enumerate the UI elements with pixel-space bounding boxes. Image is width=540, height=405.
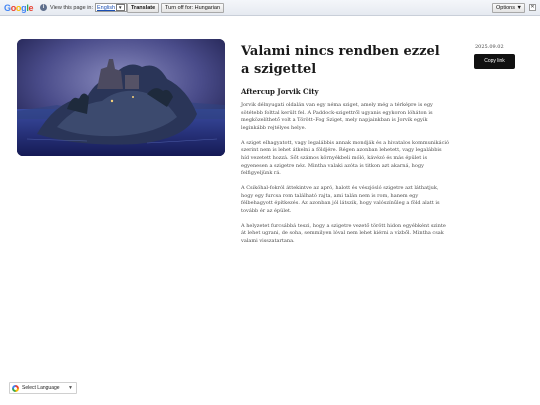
translate-button[interactable]: Translate — [127, 3, 160, 13]
view-page-in-label: View this page in: — [50, 4, 94, 11]
select-language-label: Select Language — [22, 385, 60, 391]
language-select-value: English — [97, 5, 116, 11]
chevron-down-icon: ▼ — [68, 385, 73, 391]
island-hero-image — [17, 39, 225, 156]
island-illustration — [17, 39, 225, 156]
options-button[interactable]: Options ▼ — [492, 3, 525, 13]
info-icon: i — [40, 4, 47, 11]
article-paragraph: A sziget elhagyatott, vagy legalábbis an… — [241, 139, 450, 177]
google-g-icon — [12, 385, 19, 392]
language-select[interactable]: English ▼ — [95, 3, 127, 12]
article-subtitle: Aftercup Jorvik City — [241, 87, 319, 96]
article-paragraph: A helyzetet furcsábbá teszi, hogy a szig… — [241, 222, 446, 245]
google-logo: Google — [4, 3, 34, 13]
close-icon[interactable]: ✕ — [529, 4, 536, 11]
translate-bar: Google i View this page in: English ▼ Tra… — [0, 0, 540, 16]
article-paragraph: A Csiköhal-fokról áttekintve az apró, ha… — [241, 185, 440, 214]
article-body: Jorvik délnyugati oldalán van egy néma s… — [241, 102, 451, 253]
select-language-widget[interactable]: Select Language ▼ — [9, 382, 77, 394]
chevron-down-icon: ▼ — [116, 4, 125, 11]
copy-link-button[interactable]: Copy link — [474, 54, 515, 69]
turn-off-button[interactable]: Turn off for: Hungarian — [161, 3, 225, 13]
article-title: Valami nincs rendben ezzel a szigettel — [241, 44, 440, 77]
article-paragraph: Jorvik délnyugati oldalán van egy néma s… — [241, 102, 433, 131]
post-date: 2025.09.02 — [475, 44, 504, 50]
